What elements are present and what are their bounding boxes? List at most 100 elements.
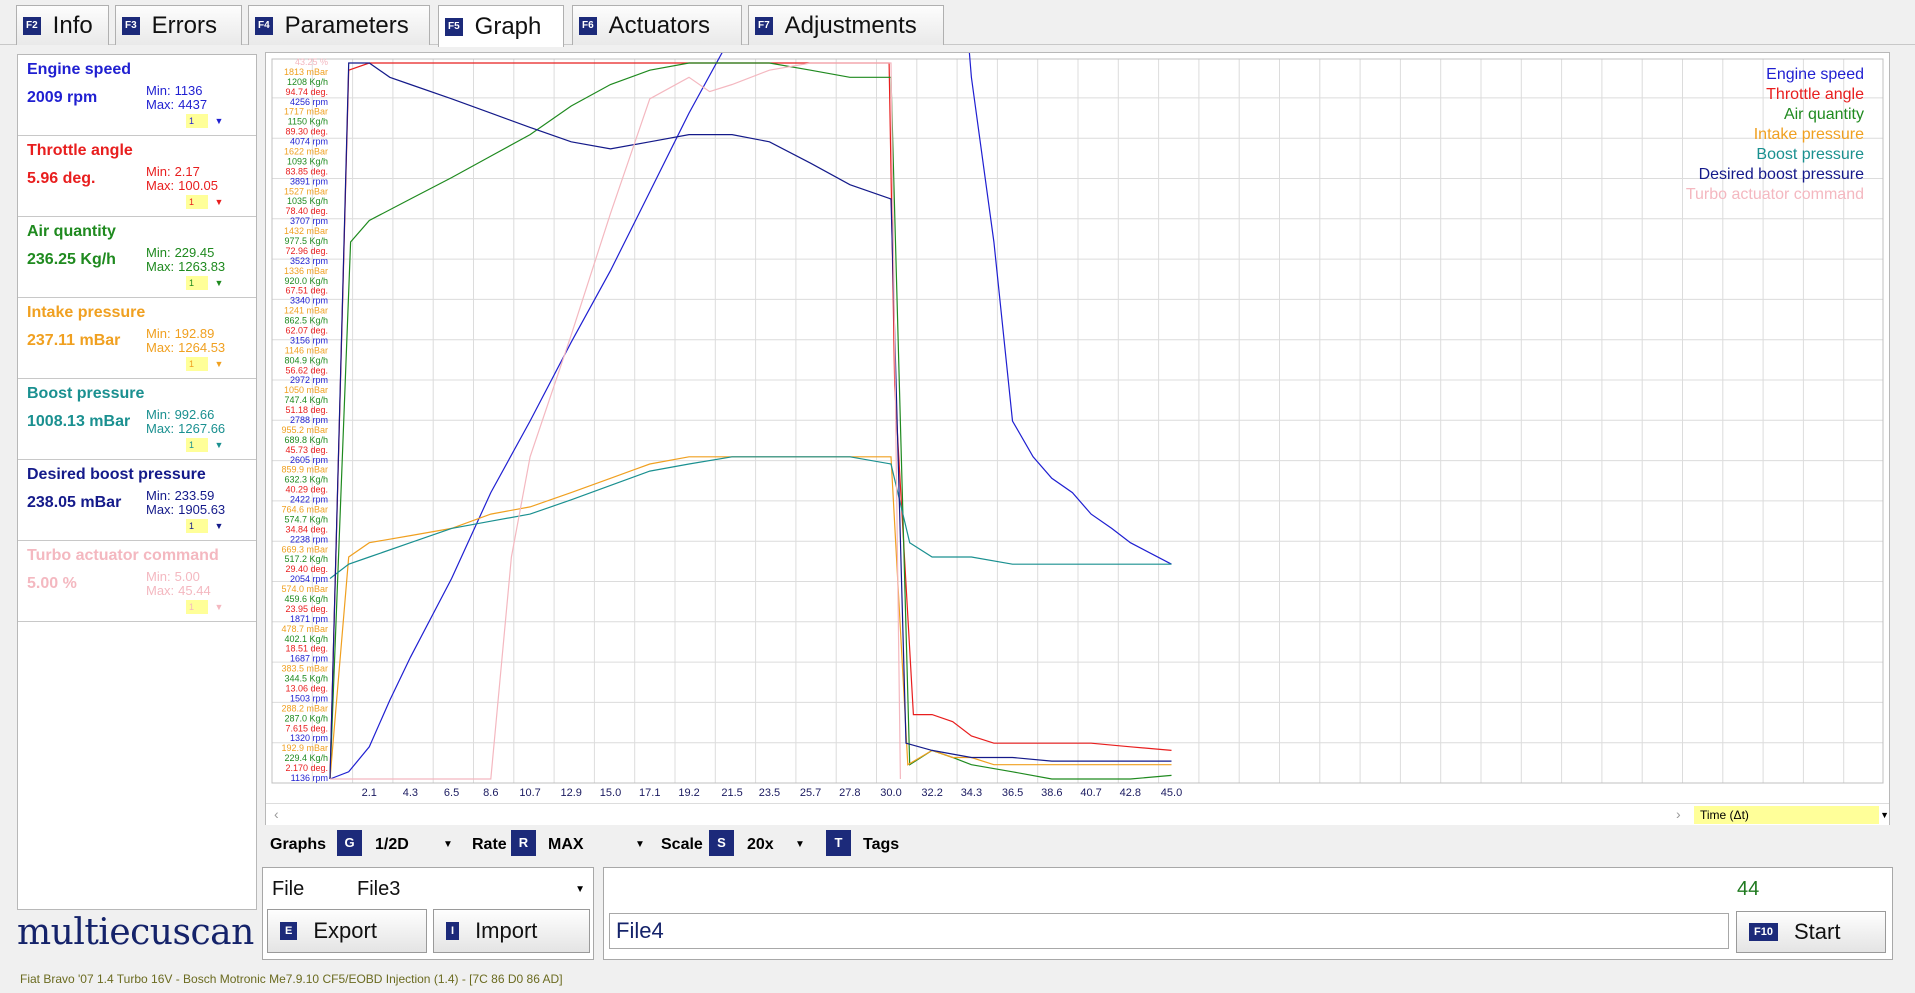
- y-tick-label: 859.9 mBar: [281, 465, 328, 475]
- parameter-min: Min: 992.66: [146, 407, 214, 422]
- scale-stepper[interactable]: 1 ▼: [186, 357, 231, 371]
- tags-label[interactable]: Tags: [863, 836, 899, 854]
- x-tick-label: 38.6: [1041, 787, 1062, 799]
- parameter-item[interactable]: Boost pressure 1008.13 mBar Min: 992.66 Max:…: [18, 379, 256, 460]
- chevron-down-icon[interactable]: ▼: [208, 438, 230, 452]
- y-tick-label: 2605 rpm: [290, 455, 328, 465]
- scale-value[interactable]: 1: [186, 519, 208, 533]
- max-label: Max:: [146, 583, 175, 598]
- export-button[interactable]: E Export: [267, 909, 427, 953]
- y-tick-label: 1622 mBar: [284, 147, 328, 157]
- series-line-engine-speed: [329, 53, 1172, 780]
- tab-errors[interactable]: F3 Errors: [115, 5, 242, 45]
- chevron-down-icon[interactable]: ▼: [575, 884, 585, 895]
- chevron-down-icon[interactable]: ▼: [208, 519, 230, 533]
- parameter-max: Max: 1263.83: [146, 259, 225, 274]
- graphs-key[interactable]: G: [337, 830, 362, 856]
- file-select[interactable]: File3: [357, 878, 400, 901]
- y-tick-label: 517.2 Kg/h: [284, 554, 328, 564]
- scroll-right-icon[interactable]: ›: [1676, 806, 1681, 822]
- chevron-down-icon[interactable]: ▼: [208, 195, 230, 209]
- tab-parameters[interactable]: F4 Parameters: [248, 5, 430, 45]
- parameter-item[interactable]: Desired boost pressure 238.05 mBar Min: 233…: [18, 460, 256, 541]
- start-button[interactable]: F10 Start: [1736, 911, 1886, 953]
- chevron-down-icon[interactable]: ▼: [635, 839, 645, 850]
- max-value: 1905.63: [178, 502, 226, 517]
- series-line-boost-pressure: [329, 456, 1172, 579]
- parameter-min: Min: 2.17: [146, 164, 200, 179]
- parameter-value: 237.11 mBar: [27, 332, 121, 349]
- x-tick-label: 27.8: [839, 787, 860, 799]
- scale-value[interactable]: 1: [186, 438, 208, 452]
- y-tick-label: 955.2 mBar: [281, 425, 328, 435]
- y-tick-label: 1336 mBar: [284, 266, 328, 276]
- y-tick-label: 1208 Kg/h: [287, 77, 328, 87]
- graphs-select[interactable]: 1/2D: [375, 836, 409, 854]
- graphs-label: Graphs: [270, 836, 327, 853]
- scale-stepper[interactable]: 1 ▼: [186, 195, 231, 209]
- parameter-max: Max: 4437: [146, 97, 207, 112]
- scale-stepper[interactable]: 1 ▼: [186, 276, 231, 290]
- rate-select[interactable]: MAX: [548, 836, 584, 854]
- parameter-item[interactable]: Engine speed 2009 rpm Min: 1136 Max: 4437 1 ▼: [18, 55, 256, 136]
- rate-key[interactable]: R: [511, 830, 536, 856]
- tab-info[interactable]: F2 Info: [16, 5, 109, 45]
- chevron-down-icon[interactable]: ▼: [208, 357, 230, 371]
- horizontal-scrollbar[interactable]: ‹ › Time (Δt) ▼: [266, 803, 1889, 825]
- tab-info-key: F2: [23, 16, 41, 35]
- parameter-item[interactable]: Air quantity 236.25 Kg/h Min: 229.45 Max: 126…: [18, 217, 256, 298]
- y-tick-label: 83.85 deg.: [285, 166, 328, 176]
- file-name-field[interactable]: File4: [609, 913, 1729, 949]
- x-tick-label: 21.5: [721, 787, 742, 799]
- scale-stepper[interactable]: 1 ▼: [186, 519, 231, 533]
- tab-adjustments[interactable]: F7 Adjustments: [748, 5, 944, 45]
- line-chart[interactable]: 43.25 %1813 mBar1208 Kg/h94.74 deg.4256 …: [266, 53, 1889, 803]
- time-axis-select[interactable]: Time (Δt) ▼: [1694, 806, 1889, 824]
- scale-key[interactable]: S: [709, 830, 734, 856]
- import-button[interactable]: I Import: [433, 909, 590, 953]
- y-tick-label: 43.25 %: [295, 57, 328, 67]
- scale-stepper[interactable]: 1 ▼: [186, 114, 231, 128]
- scale-stepper[interactable]: 1 ▼: [186, 600, 231, 614]
- scale-value[interactable]: 1: [186, 600, 208, 614]
- tab-graph[interactable]: F5 Graph: [438, 5, 564, 47]
- tags-key[interactable]: T: [826, 830, 851, 856]
- y-tick-label: 689.8 Kg/h: [284, 435, 328, 445]
- y-tick-label: 72.96 deg.: [285, 246, 328, 256]
- x-tick-label: 30.0: [880, 787, 901, 799]
- graph-controls: Graphs G 1/2D ▼ Rate R MAX ▼ Scale S 20x…: [265, 830, 1165, 862]
- chevron-down-icon[interactable]: ▼: [795, 839, 805, 850]
- parameter-item[interactable]: Turbo actuator command 5.00 % Min: 5.00 Max:…: [18, 541, 256, 622]
- chevron-down-icon[interactable]: ▼: [208, 276, 230, 290]
- tab-actuators[interactable]: F6 Actuators: [572, 5, 742, 45]
- scroll-left-icon[interactable]: ‹: [274, 806, 279, 822]
- y-tick-label: 2054 rpm: [290, 574, 328, 584]
- y-tick-label: 23.95 deg.: [285, 604, 328, 614]
- parameter-item[interactable]: Intake pressure 237.11 mBar Min: 192.89 Max:…: [18, 298, 256, 379]
- y-tick-label: 1687 rpm: [290, 654, 328, 664]
- scale-value[interactable]: 1: [186, 357, 208, 371]
- parameter-min: Min: 1136: [146, 83, 203, 98]
- chevron-down-icon[interactable]: ▼: [443, 839, 453, 850]
- scale-stepper[interactable]: 1 ▼: [186, 438, 231, 452]
- max-label: Max:: [146, 421, 175, 436]
- scale-value[interactable]: 1: [186, 195, 208, 209]
- y-tick-label: 2788 rpm: [290, 415, 328, 425]
- scale-select[interactable]: 20x: [747, 836, 774, 854]
- min-label: Min:: [146, 83, 171, 98]
- tab-graph-label: Graph: [474, 12, 542, 40]
- y-tick-label: 1503 rpm: [290, 693, 328, 703]
- scale-value[interactable]: 1: [186, 276, 208, 290]
- parameter-name: Air quantity: [27, 223, 116, 240]
- chevron-down-icon[interactable]: ▼: [208, 600, 230, 614]
- y-tick-label: 383.5 mBar: [281, 664, 328, 674]
- legend-item: Intake pressure: [1753, 126, 1864, 143]
- scale-value[interactable]: 1: [186, 114, 208, 128]
- parameter-panel: Engine speed 2009 rpm Min: 1136 Max: 4437 1 ▼ Th…: [17, 54, 257, 910]
- parameter-item[interactable]: Throttle angle 5.96 deg. Min: 2.17 Max: 100.0…: [18, 136, 256, 217]
- y-tick-label: 1146 mBar: [285, 345, 328, 355]
- parameter-name: Boost pressure: [27, 385, 145, 402]
- y-tick-label: 1320 rpm: [290, 733, 328, 743]
- chevron-down-icon[interactable]: ▼: [208, 114, 230, 128]
- y-tick-label: 78.40 deg.: [285, 206, 328, 216]
